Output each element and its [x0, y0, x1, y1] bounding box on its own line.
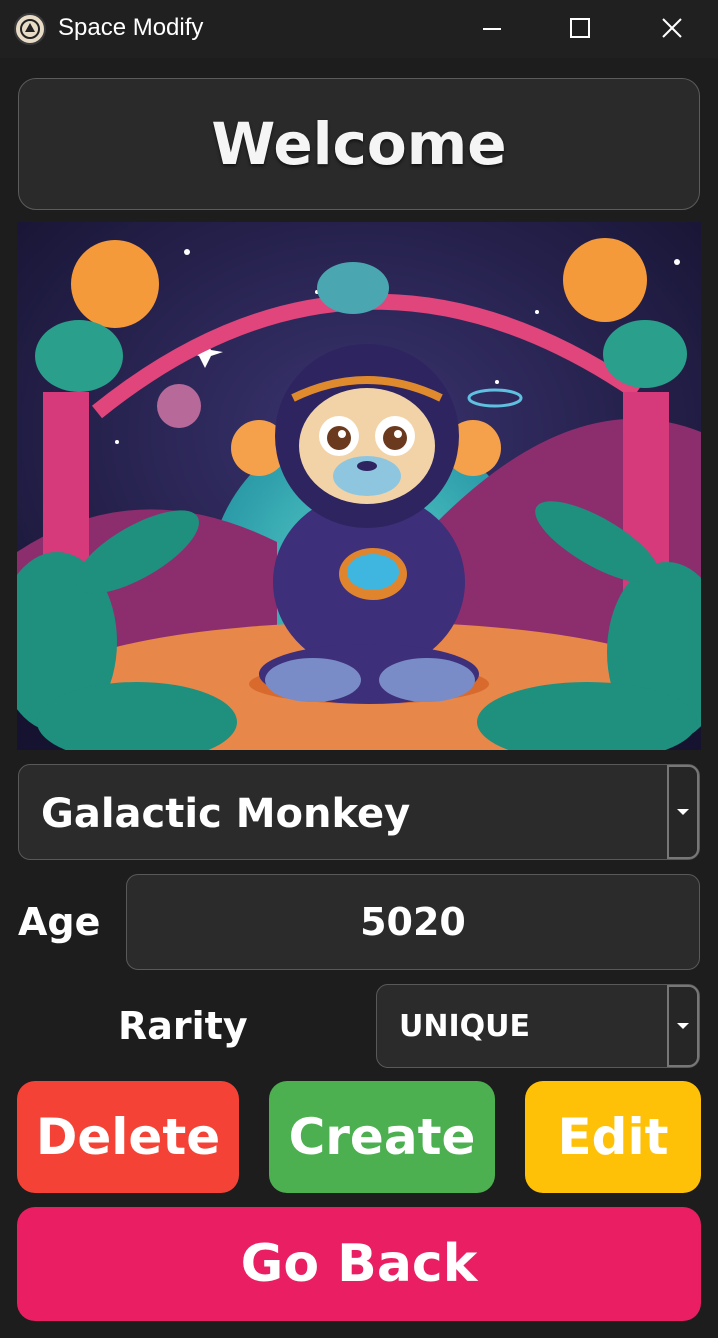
rarity-dropdown-button[interactable]: [667, 985, 699, 1067]
welcome-title: Welcome: [211, 110, 507, 178]
go-back-button[interactable]: Go Back: [17, 1207, 701, 1321]
rarity-combobox[interactable]: UNIQUE: [376, 984, 700, 1068]
rarity-combobox-value: UNIQUE: [399, 1009, 530, 1044]
age-field[interactable]: 5020: [126, 874, 700, 970]
maximize-icon: [570, 18, 590, 38]
name-combobox-value: Galactic Monkey: [41, 791, 411, 837]
age-label: Age: [18, 900, 101, 944]
dropdown-arrow-icon: [677, 809, 689, 815]
window-title: Space Modify: [58, 14, 204, 41]
minimize-button[interactable]: [446, 0, 538, 56]
monkey-illustration: [17, 222, 701, 750]
rarity-label: Rarity: [118, 1004, 248, 1048]
maximize-button[interactable]: [534, 0, 626, 56]
age-value: 5020: [360, 900, 466, 944]
title-bar[interactable]: Space Modify: [0, 0, 718, 58]
dropdown-arrow-icon: [677, 1023, 689, 1029]
close-icon: [662, 18, 682, 38]
welcome-banner: Welcome: [18, 78, 700, 210]
create-button[interactable]: Create: [269, 1081, 495, 1193]
minimize-icon: [483, 28, 501, 30]
creature-image: [17, 222, 701, 750]
app-logo-icon: [14, 13, 46, 45]
name-combobox[interactable]: Galactic Monkey: [18, 764, 700, 860]
name-dropdown-button[interactable]: [667, 765, 699, 859]
edit-button[interactable]: Edit: [525, 1081, 701, 1193]
app-window: Space Modify Welcome Galactic Monkey Age…: [0, 0, 718, 1338]
close-button[interactable]: [626, 0, 718, 56]
delete-button[interactable]: Delete: [17, 1081, 239, 1193]
